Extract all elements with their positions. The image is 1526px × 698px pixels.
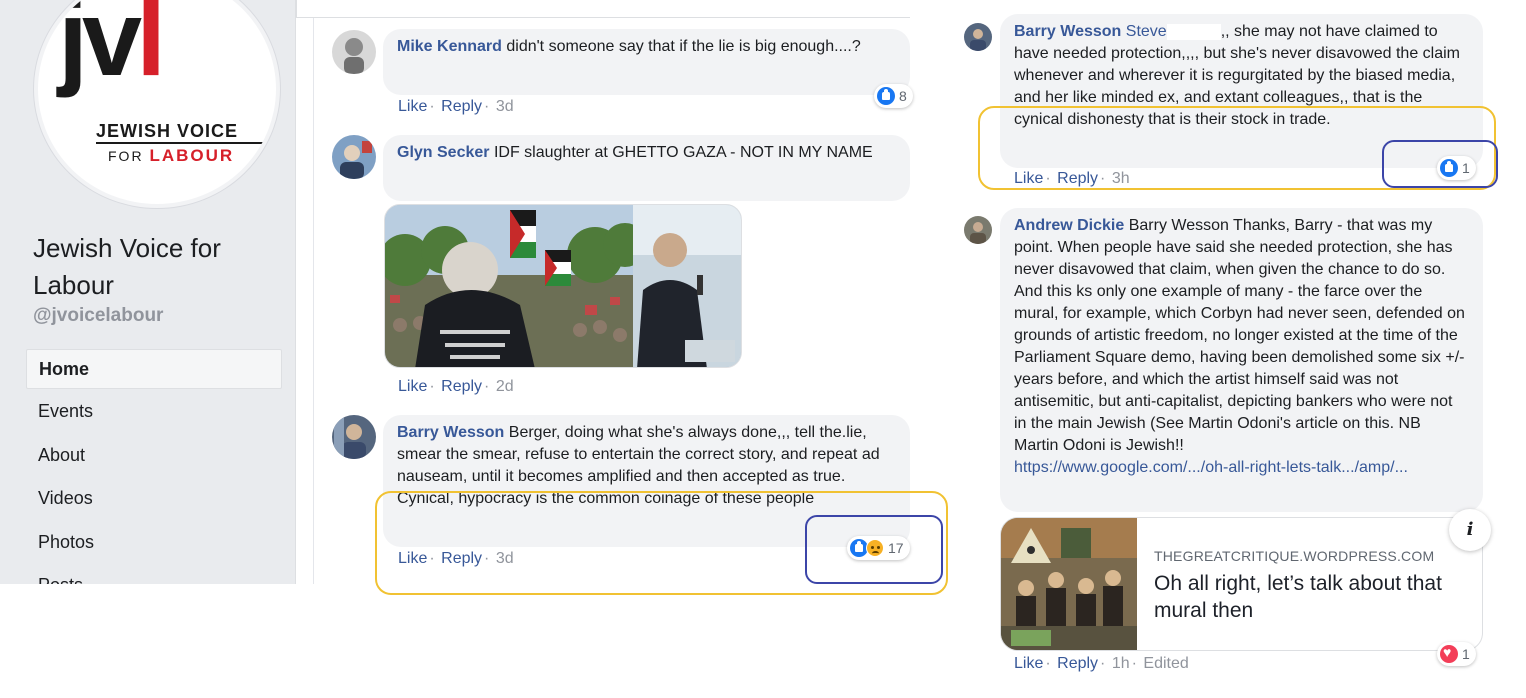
page-handle[interactable]: @jvoicelabour bbox=[33, 305, 163, 327]
nav-item-about[interactable]: About bbox=[26, 436, 282, 480]
nav-item-posts[interactable]: Posts bbox=[26, 566, 282, 584]
logo-line-jewish-voice: JEWISH VOICE bbox=[96, 121, 239, 141]
comment-author[interactable]: Mike Kennard bbox=[397, 38, 502, 55]
comment-text: didn't someone say that if the lie is bi… bbox=[506, 38, 861, 55]
edited-label[interactable]: Edited bbox=[1143, 655, 1188, 672]
nav-item-home[interactable]: Home bbox=[26, 349, 282, 389]
link-preview-title[interactable]: Oh all right, let’s talk about that mura… bbox=[1154, 570, 1474, 624]
avatar[interactable] bbox=[964, 216, 992, 244]
reply-link[interactable]: Reply bbox=[441, 98, 482, 115]
logo-line-for-labour: FOR LABOUR bbox=[108, 146, 234, 166]
comment-author[interactable]: Glyn Secker bbox=[397, 144, 490, 161]
page-profile-logo[interactable]: jvl JEWISH VOICE FOR LABOUR bbox=[34, 0, 280, 208]
comment-actions: Like · Reply · 2d bbox=[398, 378, 514, 395]
highlight-box-blue bbox=[1382, 140, 1498, 188]
nav-item-events[interactable]: Events bbox=[26, 392, 282, 436]
comment-actions: Like · Reply · 1h · Edited bbox=[1014, 655, 1189, 672]
logo-for: FOR bbox=[108, 148, 144, 164]
avatar[interactable] bbox=[332, 415, 376, 459]
nav-item-videos[interactable]: Videos bbox=[26, 479, 282, 523]
redaction bbox=[1166, 23, 1221, 40]
feed-top-border bbox=[296, 0, 910, 18]
comment-text: Barry Wesson Thanks, Barry - that was my… bbox=[1014, 217, 1465, 454]
avatar[interactable] bbox=[332, 135, 376, 179]
reaction-count: 1 bbox=[1462, 646, 1470, 662]
comment-bubble: Andrew Dickie Barry Wesson Thanks, Barry… bbox=[1000, 208, 1483, 512]
love-reaction-icon bbox=[1440, 644, 1458, 663]
nav-item-photos[interactable]: Photos bbox=[26, 523, 282, 567]
info-icon[interactable]: i bbox=[1449, 509, 1491, 551]
page-sidebar: jvl JEWISH VOICE FOR LABOUR Jewish Voice… bbox=[0, 0, 296, 584]
like-link[interactable]: Like bbox=[1014, 655, 1043, 672]
logo-wordmark: jvl bbox=[58, 0, 166, 98]
page-title[interactable]: Jewish Voice for Labour bbox=[33, 230, 273, 304]
mentioned-user[interactable]: Steve bbox=[1126, 23, 1167, 40]
comment-author[interactable]: Barry Wesson bbox=[1014, 23, 1121, 40]
logo-labour: LABOUR bbox=[149, 146, 235, 165]
link-preview-domain: THEGREATCRITIQUE.WORDPRESS.COM bbox=[1154, 548, 1435, 564]
comment-text: IDF slaughter at GHETTO GAZA - NOT IN MY… bbox=[493, 144, 873, 161]
avatar[interactable] bbox=[332, 30, 376, 74]
comment-actions: Like · Reply · 3d bbox=[398, 98, 514, 115]
feed-thread-line bbox=[313, 18, 314, 584]
reply-link[interactable]: Reply bbox=[1057, 655, 1098, 672]
reaction-count: 8 bbox=[899, 88, 907, 104]
logo-divider bbox=[96, 142, 266, 144]
avatar[interactable] bbox=[964, 23, 992, 51]
page-nav: Home Events About Videos Photos Posts bbox=[26, 349, 282, 584]
comment-timestamp[interactable]: 1h bbox=[1112, 655, 1130, 672]
comment-timestamp[interactable]: 2d bbox=[496, 378, 514, 395]
comment-bubble: Glyn Secker IDF slaughter at GHETTO GAZA… bbox=[383, 135, 910, 201]
highlight-box-blue bbox=[805, 515, 943, 584]
comment-author[interactable]: Barry Wesson bbox=[397, 424, 504, 441]
comment-photo[interactable] bbox=[384, 204, 742, 368]
like-link[interactable]: Like bbox=[398, 98, 427, 115]
reaction-summary[interactable]: 1 bbox=[1437, 642, 1476, 666]
comment-timestamp[interactable]: 3d bbox=[496, 98, 514, 115]
like-link[interactable]: Like bbox=[398, 378, 427, 395]
link-preview-card[interactable]: THEGREATCRITIQUE.WORDPRESS.COM Oh all ri… bbox=[1000, 517, 1483, 651]
comment-author[interactable]: Andrew Dickie bbox=[1014, 217, 1124, 234]
reaction-summary[interactable]: 8 bbox=[874, 84, 913, 108]
link-preview-image bbox=[1001, 518, 1137, 650]
like-reaction-icon bbox=[877, 87, 895, 105]
comment-bubble: Mike Kennard didn't someone say that if … bbox=[383, 29, 910, 95]
comment-link[interactable]: https://www.google.com/.../oh-all-right-… bbox=[1014, 457, 1469, 479]
reply-link[interactable]: Reply bbox=[441, 378, 482, 395]
